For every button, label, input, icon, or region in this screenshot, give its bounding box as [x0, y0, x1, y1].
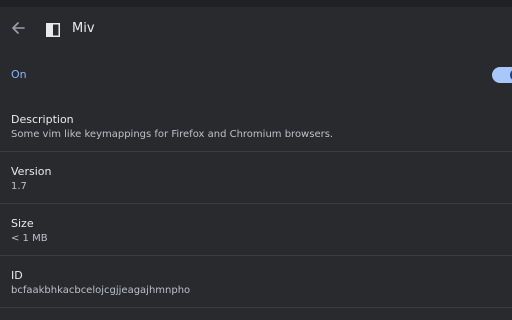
size-value: < 1 MB [11, 233, 48, 244]
description-label: Description [11, 113, 74, 126]
top-bar [0, 0, 512, 7]
divider [0, 307, 512, 308]
header: Miv [0, 7, 512, 51]
size-label: Size [11, 217, 34, 230]
back-button[interactable] [9, 19, 27, 37]
page-title: Miv [72, 21, 95, 36]
description-value: Some vim like keymappings for Firefox an… [11, 129, 334, 140]
extension-icon [46, 22, 60, 37]
enable-row: On [0, 57, 512, 93]
version-row: Version 1.7 [0, 155, 512, 207]
version-value: 1.7 [11, 181, 27, 192]
id-row: ID bcfaakbhkacbcelojcgjjeagajhmnpho [0, 259, 512, 311]
enable-toggle[interactable] [492, 67, 512, 83]
version-label: Version [11, 165, 52, 178]
enable-label: On [11, 68, 27, 81]
description-row: Description Some vim like keymappings fo… [0, 103, 512, 155]
divider [0, 151, 512, 152]
id-value: bcfaakbhkacbcelojcgjjeagajhmnpho [11, 285, 191, 296]
id-label: ID [11, 269, 23, 282]
back-arrow-icon [12, 22, 25, 34]
divider [0, 203, 512, 204]
divider [0, 255, 512, 256]
size-row: Size < 1 MB [0, 207, 512, 259]
extension-details-panel: Miv On Description Some vim like keymapp… [0, 7, 512, 320]
